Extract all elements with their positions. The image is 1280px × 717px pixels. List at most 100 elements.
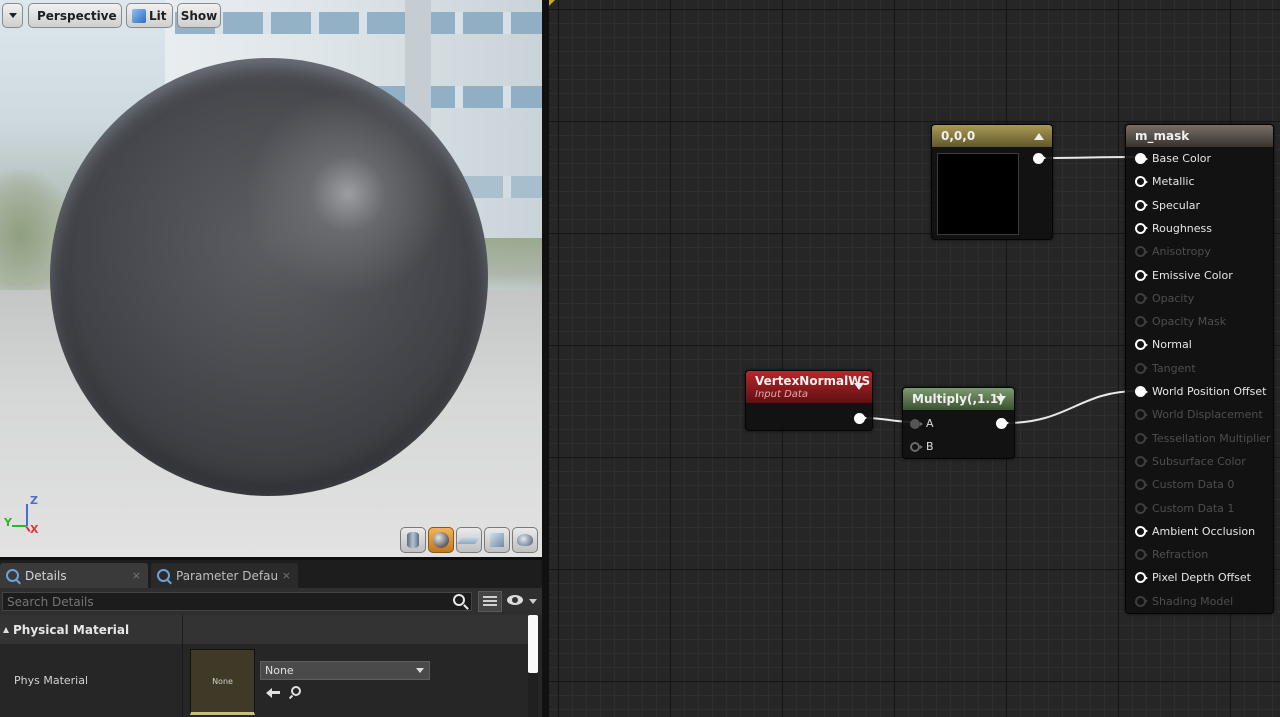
material-input-shading-model[interactable]: Shading Model xyxy=(1135,595,1233,608)
preview-plane-button[interactable] xyxy=(456,527,482,553)
expand-down-icon[interactable] xyxy=(854,383,864,390)
material-pin-custom-data-1[interactable] xyxy=(1135,502,1148,514)
lighting-mode-button[interactable]: Lit xyxy=(126,3,173,28)
material-pin-opacity-mask[interactable] xyxy=(1135,316,1148,328)
material-input-normal[interactable]: Normal xyxy=(1135,338,1192,351)
vertex-normal-node[interactable]: VertexNormalWS Input Data xyxy=(745,370,873,431)
material-pin-label: Normal xyxy=(1152,338,1192,352)
panel-splitter[interactable] xyxy=(542,0,549,717)
material-pin-opacity[interactable] xyxy=(1135,292,1148,304)
material-input-emissive-color[interactable]: Emissive Color xyxy=(1135,269,1233,282)
details-scrollbar-thumb[interactable] xyxy=(528,615,538,673)
material-pin-label: Specular xyxy=(1152,198,1201,212)
material-input-world-position-offset[interactable]: World Position Offset xyxy=(1135,385,1266,398)
property-column-divider[interactable] xyxy=(182,615,183,717)
material-input-opacity-mask[interactable]: Opacity Mask xyxy=(1135,315,1226,328)
close-icon[interactable]: × xyxy=(282,569,291,582)
close-icon[interactable]: × xyxy=(132,569,141,582)
constant-node-header[interactable]: 0,0,0 xyxy=(932,125,1052,147)
material-input-opacity[interactable]: Opacity xyxy=(1135,292,1194,305)
collapse-up-icon[interactable] xyxy=(1034,133,1044,140)
material-input-specular[interactable]: Specular xyxy=(1135,199,1200,212)
multiply-node[interactable]: Multiply(,1.1) A B xyxy=(902,387,1015,459)
phys-material-dropdown[interactable]: None xyxy=(260,661,430,680)
material-input-custom-data-0[interactable]: Custom Data 0 xyxy=(1135,478,1234,491)
material-result-node[interactable]: m_mask Base Color Metallic Specular Roughne… xyxy=(1125,124,1274,614)
constant-vector-node[interactable]: 0,0,0 xyxy=(931,124,1053,240)
material-input-ambient-occlusion[interactable]: Ambient Occlusion xyxy=(1135,525,1255,538)
viewport-options-button[interactable] xyxy=(2,3,23,28)
material-pin-base-color[interactable] xyxy=(1135,153,1148,164)
material-pin-normal[interactable] xyxy=(1135,339,1148,351)
multiply-pin-b[interactable] xyxy=(910,441,923,452)
material-input-base-color[interactable]: Base Color xyxy=(1135,152,1211,165)
preview-cylinder-button[interactable] xyxy=(400,527,426,553)
vertex-normal-output-pin[interactable] xyxy=(854,413,867,424)
tab-details[interactable]: Details × xyxy=(0,563,148,588)
eye-icon[interactable] xyxy=(507,593,525,607)
material-pin-tessellation-multiplier[interactable] xyxy=(1135,432,1148,444)
material-pin-pixel-depth-offset[interactable] xyxy=(1135,572,1148,584)
show-flags-button[interactable]: Show xyxy=(177,3,221,28)
tab-parameter-defaults[interactable]: Parameter Defaults × xyxy=(151,563,298,588)
material-pin-anisotropy[interactable] xyxy=(1135,246,1148,258)
material-input-custom-data-1[interactable]: Custom Data 1 xyxy=(1135,502,1234,515)
multiply-pin-a[interactable] xyxy=(910,418,923,429)
material-input-subsurface-color[interactable]: Subsurface Color xyxy=(1135,455,1246,468)
material-pin-refraction[interactable] xyxy=(1135,549,1148,561)
material-pin-label: Custom Data 0 xyxy=(1152,478,1235,492)
category-physical-material[interactable]: Physical Material xyxy=(0,615,530,644)
material-preview-viewport[interactable]: Perspective Lit Show Z Y X xyxy=(0,0,542,557)
multiply-output-pin[interactable] xyxy=(996,418,1009,429)
material-input-tangent[interactable]: Tangent xyxy=(1135,362,1196,375)
cube-icon xyxy=(490,533,504,547)
material-input-refraction[interactable]: Refraction xyxy=(1135,548,1208,561)
material-input-world-displacement[interactable]: World Displacement xyxy=(1135,408,1263,421)
material-input-metallic[interactable]: Metallic xyxy=(1135,175,1195,188)
vertex-normal-node-header[interactable]: VertexNormalWS Input Data xyxy=(746,371,872,403)
material-input-anisotropy[interactable]: Anisotropy xyxy=(1135,245,1211,258)
property-matrix-button[interactable] xyxy=(478,591,502,612)
preview-sphere-button[interactable] xyxy=(428,527,454,553)
search-icon[interactable] xyxy=(453,594,465,606)
use-selected-asset-button[interactable] xyxy=(266,685,282,699)
multiply-input-b[interactable]: B xyxy=(910,440,934,453)
details-scrollbar-track[interactable] xyxy=(528,673,538,717)
material-input-pixel-depth-offset[interactable]: Pixel Depth Offset xyxy=(1135,571,1251,584)
constant-output-pin[interactable] xyxy=(1033,153,1046,164)
preview-cube-button[interactable] xyxy=(484,527,510,553)
material-pin-tangent[interactable] xyxy=(1135,362,1148,374)
material-pin-roughness[interactable] xyxy=(1135,222,1148,234)
browse-asset-button[interactable] xyxy=(291,686,301,696)
material-graph-canvas[interactable]: 0,0,0 VertexNormalWS Input Data Multiply… xyxy=(549,0,1280,717)
material-pin-label: Roughness xyxy=(1152,221,1213,235)
preview-sphere-mesh xyxy=(50,58,488,496)
multiply-input-a[interactable]: A xyxy=(910,417,934,430)
asset-thumbnail[interactable]: None xyxy=(190,649,255,715)
details-magnifier-icon xyxy=(6,569,19,582)
material-pin-emissive-color[interactable] xyxy=(1135,269,1148,281)
axis-gizmo: Z Y X xyxy=(4,494,44,538)
material-pin-ambient-occlusion[interactable] xyxy=(1135,525,1148,537)
material-input-roughness[interactable]: Roughness xyxy=(1135,222,1212,235)
multiply-node-header[interactable]: Multiply(,1.1) xyxy=(903,388,1014,410)
expand-down-icon[interactable] xyxy=(996,396,1006,403)
material-pin-custom-data-0[interactable] xyxy=(1135,479,1148,491)
sphere-icon xyxy=(433,532,449,548)
material-node-header[interactable]: m_mask xyxy=(1126,125,1273,147)
material-pin-subsurface-color[interactable] xyxy=(1135,455,1148,467)
details-search-row xyxy=(0,588,542,615)
chevron-down-icon[interactable] xyxy=(529,599,537,604)
material-pin-world-displacement[interactable] xyxy=(1135,409,1148,421)
material-pin-label: Emissive Color xyxy=(1152,268,1233,282)
phys-material-value: None xyxy=(265,664,294,677)
material-input-tessellation-multiplier[interactable]: Tessellation Multiplier xyxy=(1135,432,1271,445)
view-mode-perspective-button[interactable]: Perspective xyxy=(28,3,122,28)
material-pin-shading-model[interactable] xyxy=(1135,595,1148,607)
material-pin-world-position-offset[interactable] xyxy=(1135,386,1148,397)
material-pin-specular[interactable] xyxy=(1135,199,1148,211)
material-pin-metallic[interactable] xyxy=(1135,176,1148,188)
preview-teapot-button[interactable] xyxy=(512,527,538,553)
collapse-arrow-icon[interactable] xyxy=(3,626,9,633)
search-details-input[interactable] xyxy=(2,592,472,611)
